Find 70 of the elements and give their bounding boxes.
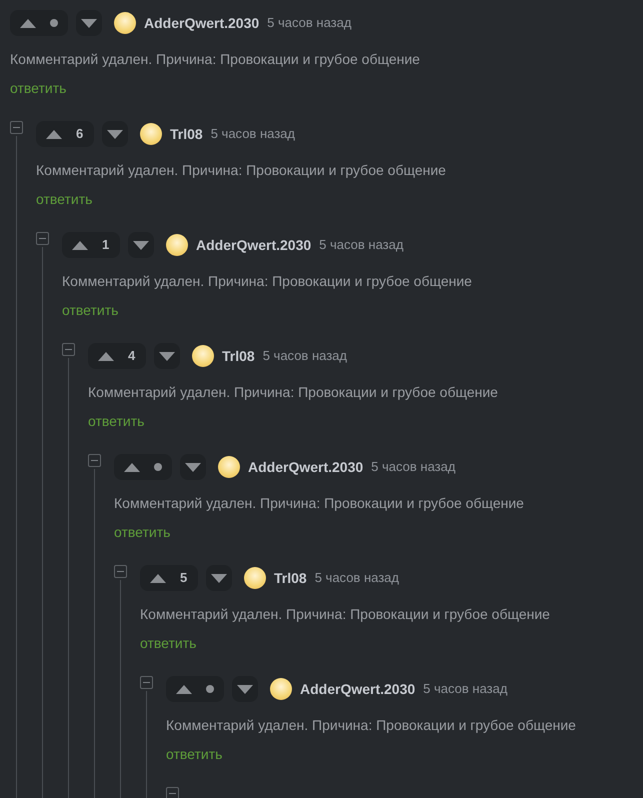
vote-score: 4	[128, 347, 136, 366]
upvote-control[interactable]: 1	[62, 232, 120, 258]
reply-link[interactable]: ответить	[10, 78, 66, 98]
collapse-toggle[interactable]	[36, 232, 49, 245]
comment-time: 5 часов назад	[262, 347, 347, 366]
collapse-toggle[interactable]	[88, 454, 101, 467]
vote-score: 5	[180, 569, 188, 588]
upvote-control[interactable]: 5	[140, 565, 198, 591]
reply-link[interactable]: ответить	[166, 744, 222, 764]
reply-link[interactable]: ответить	[140, 633, 196, 653]
comment-text: Комментарий удален. Причина: Провокации и грубое общение	[140, 605, 551, 624]
downvote-button[interactable]	[232, 676, 258, 702]
upvote-control[interactable]: 6	[36, 121, 94, 147]
author-name[interactable]: AdderQwert.2030	[144, 12, 260, 34]
comment-text: Комментарий удален. Причина: Провокации и грубое общение	[114, 494, 525, 513]
upvote-icon[interactable]	[150, 574, 166, 582]
comment-time: 5 часов назад	[267, 14, 352, 32]
author-name[interactable]: Trl08	[170, 124, 203, 144]
downvote-button[interactable]	[128, 232, 154, 258]
avatar	[140, 123, 162, 145]
comment-time: 5 часов назад	[423, 680, 508, 698]
comment-text: Комментарий удален. Причина: Провокации и грубое общение	[36, 161, 447, 180]
comment-time: 5 часов назад	[210, 125, 295, 144]
downvote-button[interactable]	[154, 343, 180, 369]
upvote-icon[interactable]	[176, 684, 192, 694]
comment-time: 5 часов назад	[371, 458, 456, 476]
reply-link[interactable]: ответить	[88, 411, 144, 431]
collapse-toggle[interactable]	[166, 787, 179, 798]
collapse-toggle[interactable]	[10, 121, 23, 134]
avatar	[218, 456, 240, 478]
avatar	[166, 234, 188, 256]
reply-link[interactable]: ответить	[114, 522, 170, 542]
upvote-icon[interactable]	[124, 462, 140, 472]
comment-time: 5 часов назад	[314, 569, 399, 588]
comment-text: Комментарий удален. Причина: Провокации и грубое общение	[166, 716, 577, 735]
comment-text: Комментарий удален. Причина: Провокации и грубое общение	[88, 383, 499, 402]
comment-time: 5 часов назад	[319, 236, 404, 254]
upvote-control[interactable]: 4	[88, 343, 146, 369]
avatar	[192, 345, 214, 367]
collapse-toggle[interactable]	[140, 676, 153, 689]
downvote-button[interactable]	[206, 565, 232, 591]
comment-text: Комментарий удален. Причина: Провокации и грубое общение	[10, 50, 421, 69]
upvote-control[interactable]	[10, 10, 68, 36]
author-name[interactable]: Trl08	[222, 346, 255, 366]
avatar	[114, 12, 136, 34]
reply-link[interactable]: ответить	[62, 300, 118, 320]
upvote-icon[interactable]	[72, 240, 88, 250]
upvote-control[interactable]	[114, 454, 172, 480]
avatar	[270, 678, 292, 700]
downvote-button[interactable]	[102, 121, 128, 147]
upvote-control[interactable]	[166, 676, 224, 702]
no-score-dot-icon	[154, 463, 162, 471]
upvote-icon[interactable]	[98, 352, 114, 360]
upvote-icon[interactable]	[46, 130, 62, 138]
collapse-toggle[interactable]	[114, 565, 127, 578]
author-name[interactable]: AdderQwert.2030	[248, 456, 364, 478]
upvote-icon[interactable]	[20, 18, 36, 28]
avatar	[244, 567, 266, 589]
downvote-button[interactable]	[180, 454, 206, 480]
vote-score: 1	[102, 236, 110, 254]
author-name[interactable]: Trl08	[274, 568, 307, 588]
no-score-dot-icon	[206, 685, 214, 693]
no-score-dot-icon	[50, 19, 58, 27]
author-name[interactable]: AdderQwert.2030	[300, 678, 416, 700]
collapse-toggle[interactable]	[62, 343, 75, 356]
downvote-button[interactable]	[76, 10, 102, 36]
reply-link[interactable]: ответить	[36, 189, 92, 209]
vote-score: 6	[76, 125, 84, 144]
comment-text: Комментарий удален. Причина: Провокации и грубое общение	[62, 272, 473, 291]
author-name[interactable]: AdderQwert.2030	[196, 234, 312, 256]
